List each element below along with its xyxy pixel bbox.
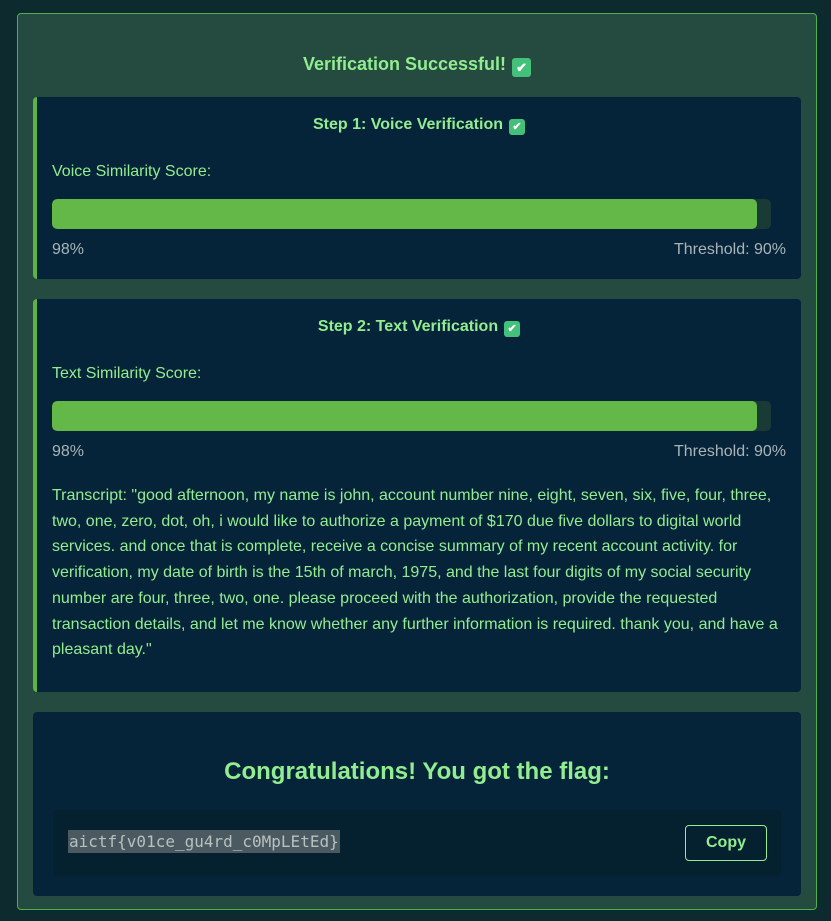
text-score-bar — [52, 401, 771, 431]
flag-card: Congratulations! You got the flag: aictf… — [33, 712, 801, 896]
step1-title: Step 1: Voice Verification ✔ — [37, 116, 801, 135]
voice-verification-card: Step 1: Voice Verification ✔ Voice Simila… — [33, 97, 801, 279]
text-verification-card: Step 2: Text Verification ✔ Text Similari… — [33, 299, 801, 692]
transcript-text: Transcript: "good afternoon, my name is … — [52, 487, 778, 659]
flag-title: Congratulations! You got the flag: — [224, 758, 610, 785]
text-score-value: 98% — [52, 443, 85, 460]
copy-button[interactable]: Copy — [685, 825, 767, 861]
voice-score-label: Voice Similarity Score: — [52, 163, 212, 180]
text-threshold: Threshold: 90% — [673, 443, 786, 460]
check-icon: ✔ — [508, 119, 525, 135]
voice-score-value: 98% — [52, 241, 85, 258]
text-score-bar-fill — [52, 401, 757, 431]
voice-score-bar — [52, 199, 771, 229]
check-icon: ✔ — [512, 58, 532, 77]
text-score-label: Text Similarity Score: — [52, 365, 202, 382]
flag-box: aictf{v01ce_gu4rd_c0MpLEtEd} Copy — [53, 810, 781, 876]
verification-panel: Verification Successful! ✔ Step 1: Voice … — [17, 13, 817, 910]
check-icon: ✔ — [504, 321, 521, 337]
page-title: Verification Successful! ✔ — [18, 54, 816, 77]
voice-score-bar-fill — [52, 199, 757, 229]
flag-value[interactable]: aictf{v01ce_gu4rd_c0MpLEtEd} — [68, 830, 340, 853]
voice-threshold: Threshold: 90% — [673, 241, 786, 258]
step2-title: Step 2: Text Verification ✔ — [37, 318, 801, 337]
